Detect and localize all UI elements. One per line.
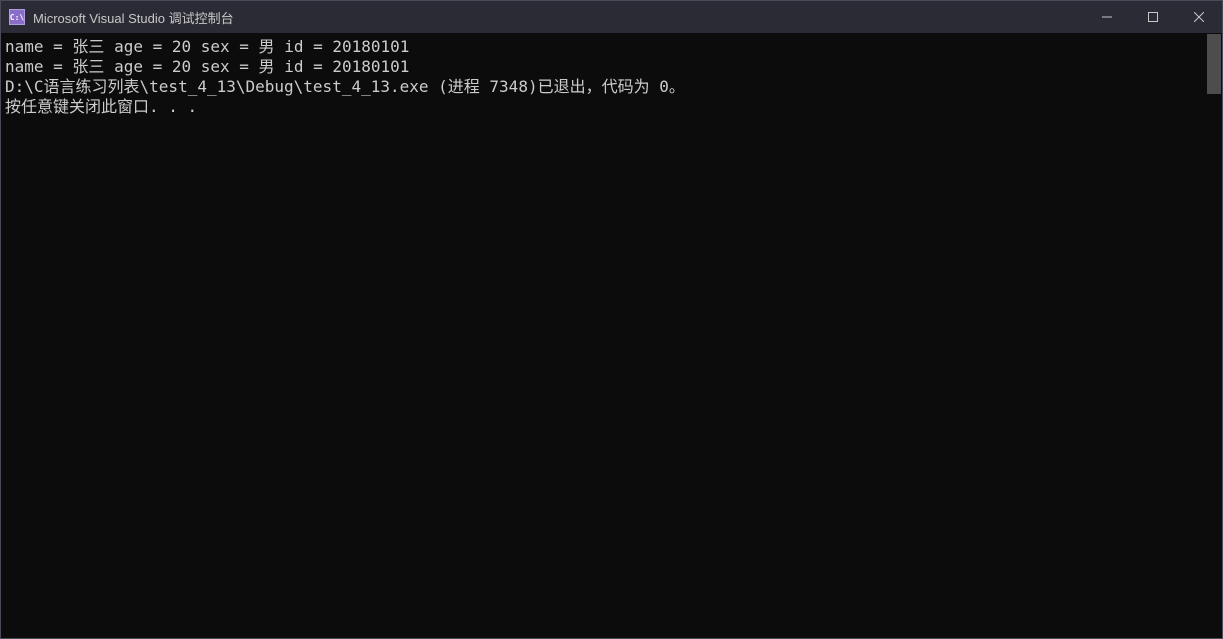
- console-window: C:\ Microsoft Visual Studio 调试控制台 name =…: [0, 0, 1223, 639]
- console-line: 按任意键关闭此窗口. . .: [5, 97, 1222, 117]
- console-line: name = 张三 age = 20 sex = 男 id = 20180101: [5, 57, 1222, 77]
- minimize-button[interactable]: [1084, 1, 1130, 33]
- console-line: name = 张三 age = 20 sex = 男 id = 20180101: [5, 37, 1222, 57]
- window-controls: [1084, 1, 1222, 33]
- maximize-button[interactable]: [1130, 1, 1176, 33]
- console-line: D:\C语言练习列表\test_4_13\Debug\test_4_13.exe…: [5, 77, 1222, 97]
- minimize-icon: [1102, 12, 1112, 22]
- console-output[interactable]: name = 张三 age = 20 sex = 男 id = 20180101…: [1, 33, 1222, 638]
- close-button[interactable]: [1176, 1, 1222, 33]
- app-icon: C:\: [9, 9, 25, 25]
- close-icon: [1194, 12, 1204, 22]
- vertical-scrollbar[interactable]: [1207, 34, 1221, 94]
- maximize-icon: [1148, 12, 1158, 22]
- titlebar[interactable]: C:\ Microsoft Visual Studio 调试控制台: [1, 1, 1222, 33]
- window-title: Microsoft Visual Studio 调试控制台: [33, 8, 1084, 27]
